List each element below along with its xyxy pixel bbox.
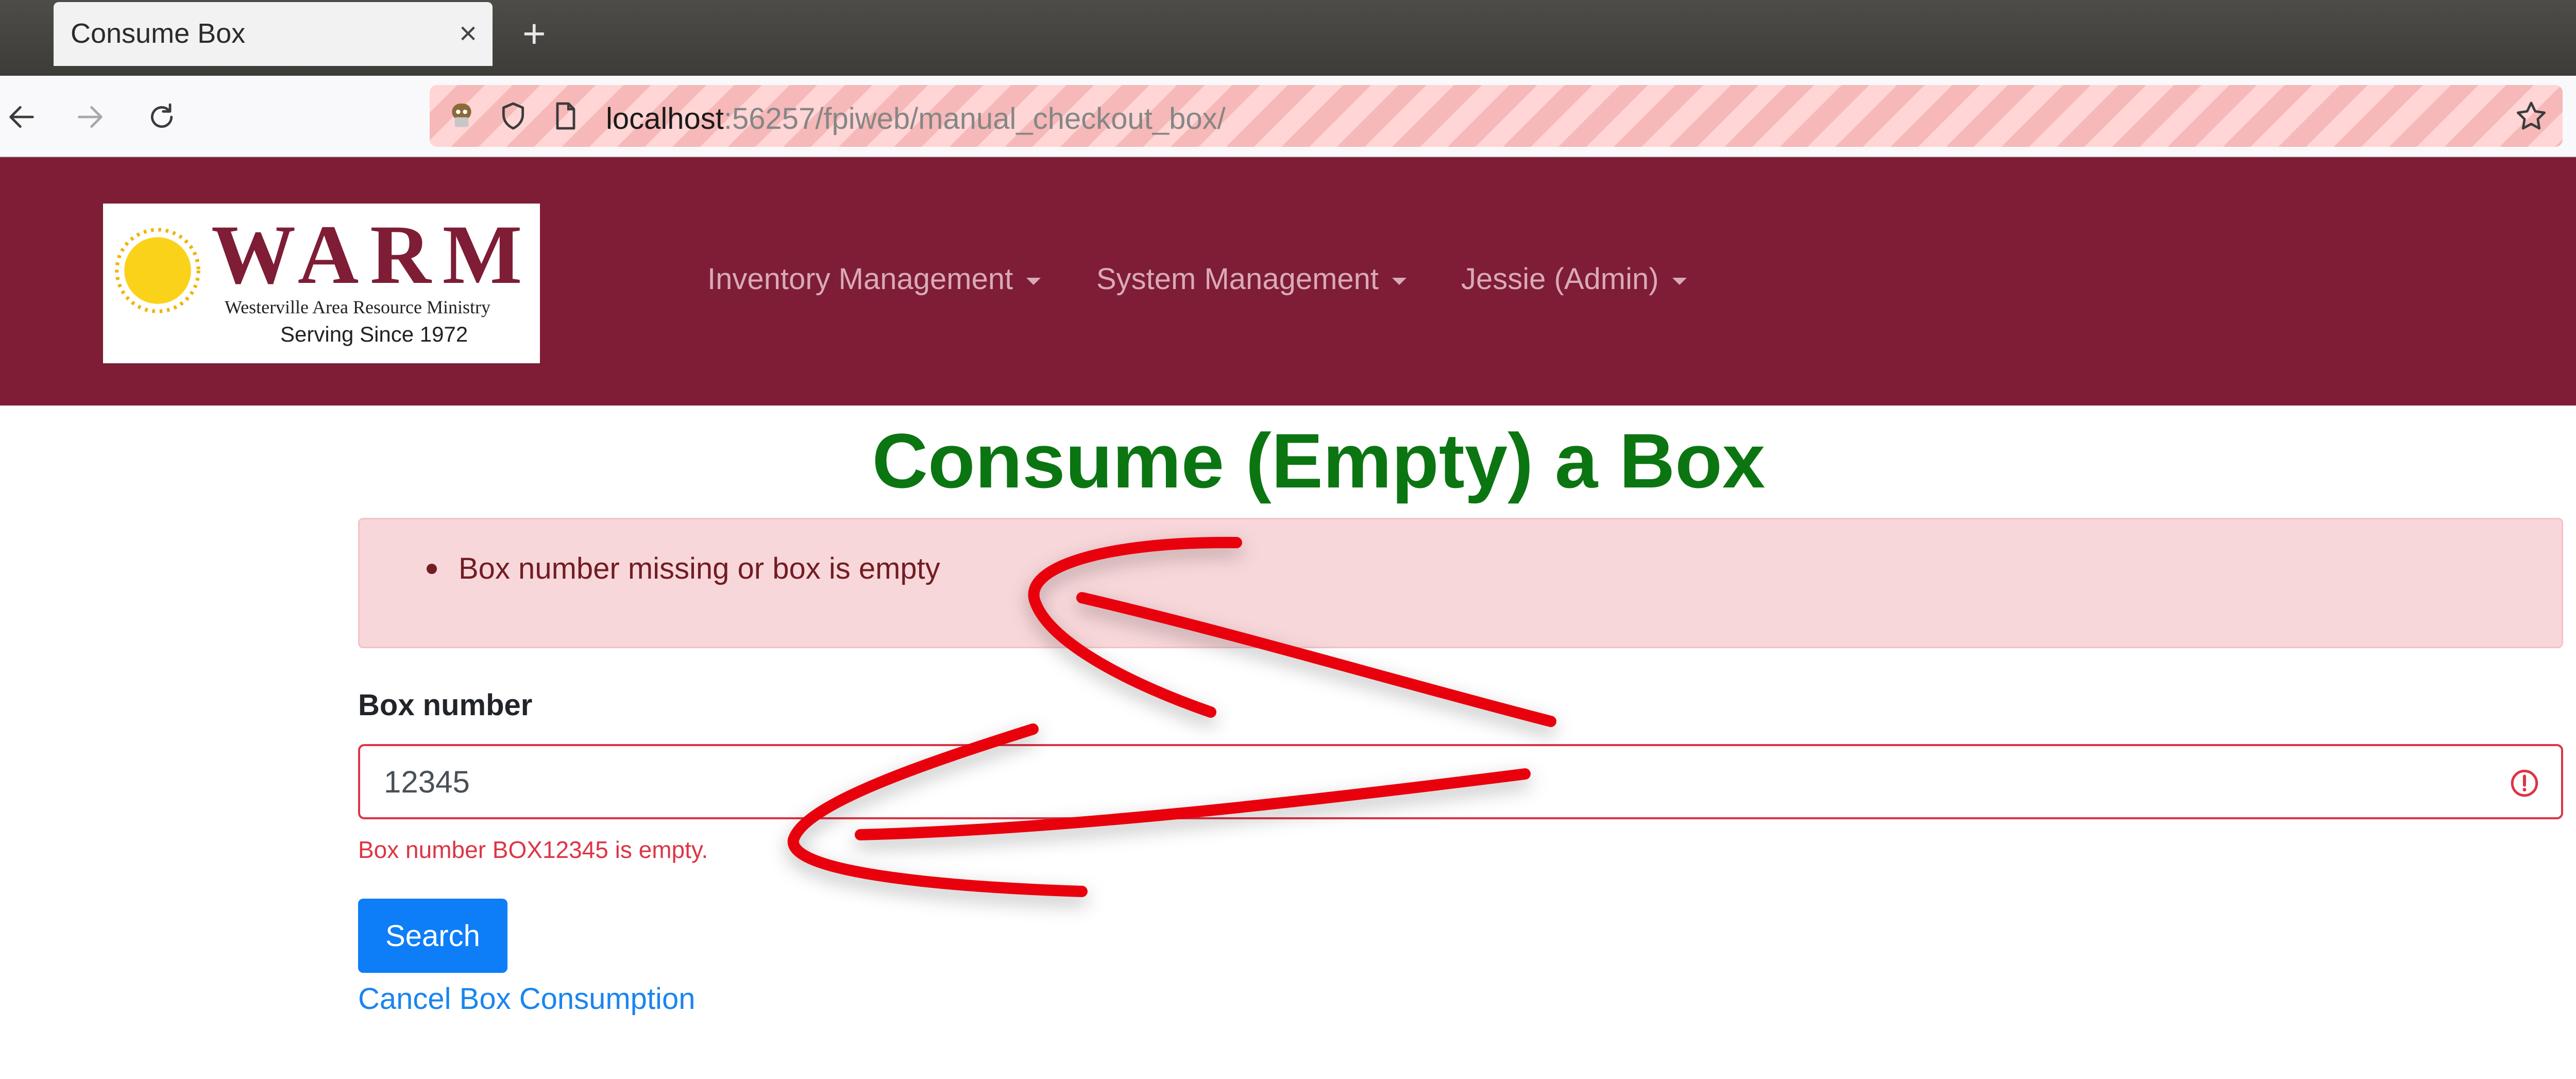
alert-list: Box number missing or box is empty xyxy=(427,551,940,586)
page-title: Consume (Empty) a Box xyxy=(872,417,1766,504)
tracking-icon[interactable] xyxy=(445,99,478,132)
menu-label: System Management xyxy=(1096,262,1379,296)
menu-system-management[interactable]: System Management xyxy=(1096,262,1407,296)
menu-user[interactable]: Jessie (Admin) xyxy=(1461,262,1687,296)
cancel-box-consumption-link[interactable]: Cancel Box Consumption xyxy=(358,982,695,1016)
logo-since: Serving Since 1972 xyxy=(280,322,468,346)
menu-label: Jessie (Admin) xyxy=(1461,262,1659,296)
menu-label: Inventory Management xyxy=(707,262,1013,296)
search-button[interactable]: Search xyxy=(358,899,507,973)
reload-icon[interactable] xyxy=(141,96,182,138)
forward-icon[interactable] xyxy=(70,96,111,138)
back-icon[interactable] xyxy=(1,96,42,138)
new-tab-button[interactable]: + xyxy=(522,10,546,57)
caret-down-icon xyxy=(1026,277,1041,285)
box-number-input[interactable] xyxy=(358,744,2563,819)
shield-icon[interactable] xyxy=(497,99,530,132)
error-icon xyxy=(2511,769,2538,797)
menu-inventory-management[interactable]: Inventory Management xyxy=(707,262,1041,296)
url-text[interactable]: localhost:56257/fpiweb/manual_checkout_b… xyxy=(606,102,1226,136)
logo-title: WARM xyxy=(211,208,534,301)
address-bar[interactable]: localhost:56257/fpiweb/manual_checkout_b… xyxy=(430,85,2563,147)
site-header: WARM Westerville Area Resource Ministry … xyxy=(0,157,2576,406)
caret-down-icon xyxy=(1672,277,1687,285)
error-alert: Box number missing or box is empty xyxy=(358,518,2563,648)
caret-down-icon xyxy=(1392,277,1407,285)
sun-icon xyxy=(115,228,200,313)
tab-close-icon[interactable]: × xyxy=(459,15,477,51)
url-path: :56257/fpiweb/manual_checkout_box/ xyxy=(723,102,1226,136)
url-host: localhost xyxy=(606,102,724,136)
browser-nav-bar: localhost:56257/fpiweb/manual_checkout_b… xyxy=(0,76,2576,157)
warm-logo[interactable]: WARM Westerville Area Resource Ministry … xyxy=(103,204,540,363)
browser-tab-strip: Consume Box × + xyxy=(0,0,2576,76)
page-icon xyxy=(556,102,575,130)
star-icon[interactable] xyxy=(2513,98,2549,134)
field-error-message: Box number BOX12345 is empty. xyxy=(358,836,708,863)
tab-title: Consume Box xyxy=(71,18,246,49)
alert-item: Box number missing or box is empty xyxy=(427,551,940,586)
browser-tab[interactable]: Consume Box × xyxy=(54,2,493,66)
logo-subtitle: Westerville Area Resource Ministry xyxy=(225,297,490,317)
box-number-label: Box number xyxy=(358,688,533,722)
